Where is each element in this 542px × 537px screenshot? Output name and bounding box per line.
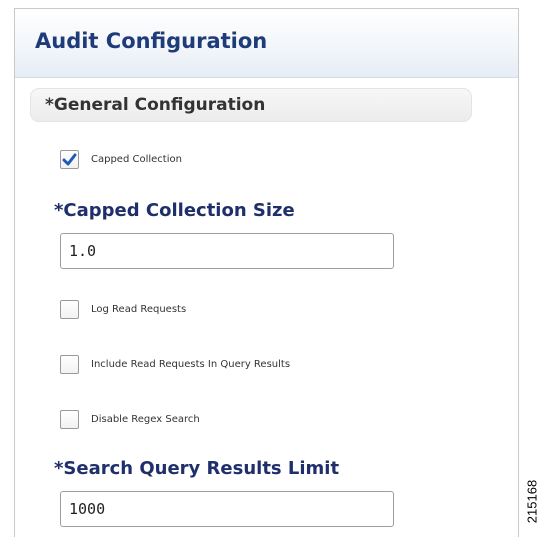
search-query-results-limit-input[interactable]: 1000	[60, 491, 394, 527]
disable-regex-search-checkbox[interactable]	[60, 409, 79, 429]
search-query-results-limit-value: 1000	[69, 500, 106, 518]
capped-collection-label: Capped Collection	[91, 153, 182, 165]
figure-id-text: 215168	[524, 479, 540, 524]
capped-collection-checkbox[interactable]	[60, 149, 79, 169]
log-read-requests-checkbox[interactable]	[60, 299, 79, 319]
general-configuration-section-header[interactable]: *General Configuration	[30, 88, 472, 122]
search-query-results-limit-label: *Search Query Results Limit	[54, 458, 340, 479]
capped-collection-size-label: *Capped Collection Size	[54, 200, 295, 221]
disable-regex-search-row[interactable]: Disable Regex Search	[60, 408, 200, 430]
include-read-requests-checkbox[interactable]	[60, 354, 79, 374]
section-title: *General Configuration	[45, 95, 266, 115]
figure-id: 215168	[522, 472, 540, 534]
panel-header: Audit Configuration	[15, 9, 518, 78]
capped-collection-size-value: 1.0	[69, 242, 97, 260]
include-read-requests-label: Include Read Requests In Query Results	[91, 358, 291, 370]
log-read-requests-label: Log Read Requests	[91, 303, 187, 315]
check-icon	[62, 153, 77, 165]
log-read-requests-row[interactable]: Log Read Requests	[60, 298, 186, 320]
disable-regex-search-label: Disable Regex Search	[91, 413, 200, 425]
include-read-requests-row[interactable]: Include Read Requests In Query Results	[60, 353, 290, 375]
page-title: Audit Configuration	[35, 29, 268, 53]
capped-collection-row[interactable]: Capped Collection	[60, 148, 182, 170]
capped-collection-size-input[interactable]: 1.0	[60, 233, 394, 269]
